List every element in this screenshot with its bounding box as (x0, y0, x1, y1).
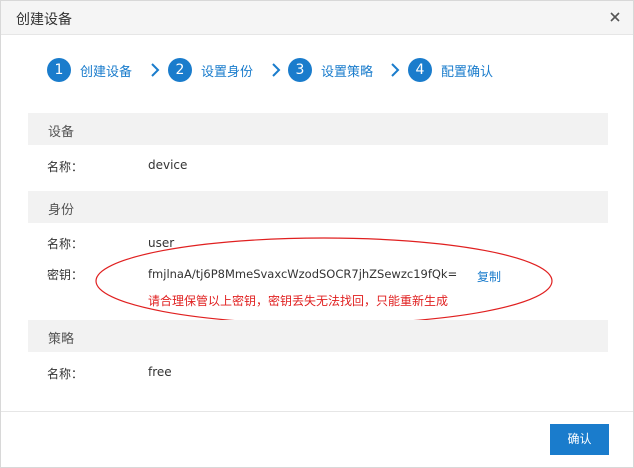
step-label: 设置身份 (201, 65, 254, 80)
create-device-dialog: 创建设备 1 创建设备 2 设置身份 3 设置策略 4 配置确认 设备 名称： … (0, 0, 634, 468)
step-label: 设置策略 (321, 65, 374, 80)
dialog-titlebar: 创建设备 (1, 1, 633, 35)
chevron-right-icon (151, 63, 160, 77)
section-header-policy: 策略 (28, 320, 608, 352)
identity-name-label: 名称： (47, 237, 84, 251)
close-icon[interactable] (607, 9, 623, 25)
section-title: 策略 (48, 332, 75, 347)
annotation-ellipse (95, 237, 553, 325)
device-name-label: 名称： (47, 160, 84, 174)
policy-name-label: 名称： (47, 367, 84, 381)
section-header-device: 设备 (28, 113, 608, 145)
footer-divider (1, 411, 633, 412)
policy-name-value: free (148, 365, 172, 379)
step-number: 4 (408, 58, 432, 82)
step-number: 3 (288, 58, 312, 82)
step-number: 1 (47, 58, 71, 82)
section-title: 身份 (48, 203, 75, 218)
chevron-right-icon (272, 63, 281, 77)
dialog-title: 创建设备 (16, 12, 72, 28)
step-label: 创建设备 (80, 65, 133, 80)
step-label: 配置确认 (441, 65, 494, 80)
confirm-button[interactable]: 确认 (550, 424, 609, 455)
step-number: 2 (168, 58, 192, 82)
identity-key-label: 密钥： (47, 268, 84, 282)
section-header-identity: 身份 (28, 191, 608, 223)
device-name-value: device (148, 158, 188, 172)
chevron-right-icon (391, 63, 400, 77)
section-title: 设备 (48, 125, 75, 140)
